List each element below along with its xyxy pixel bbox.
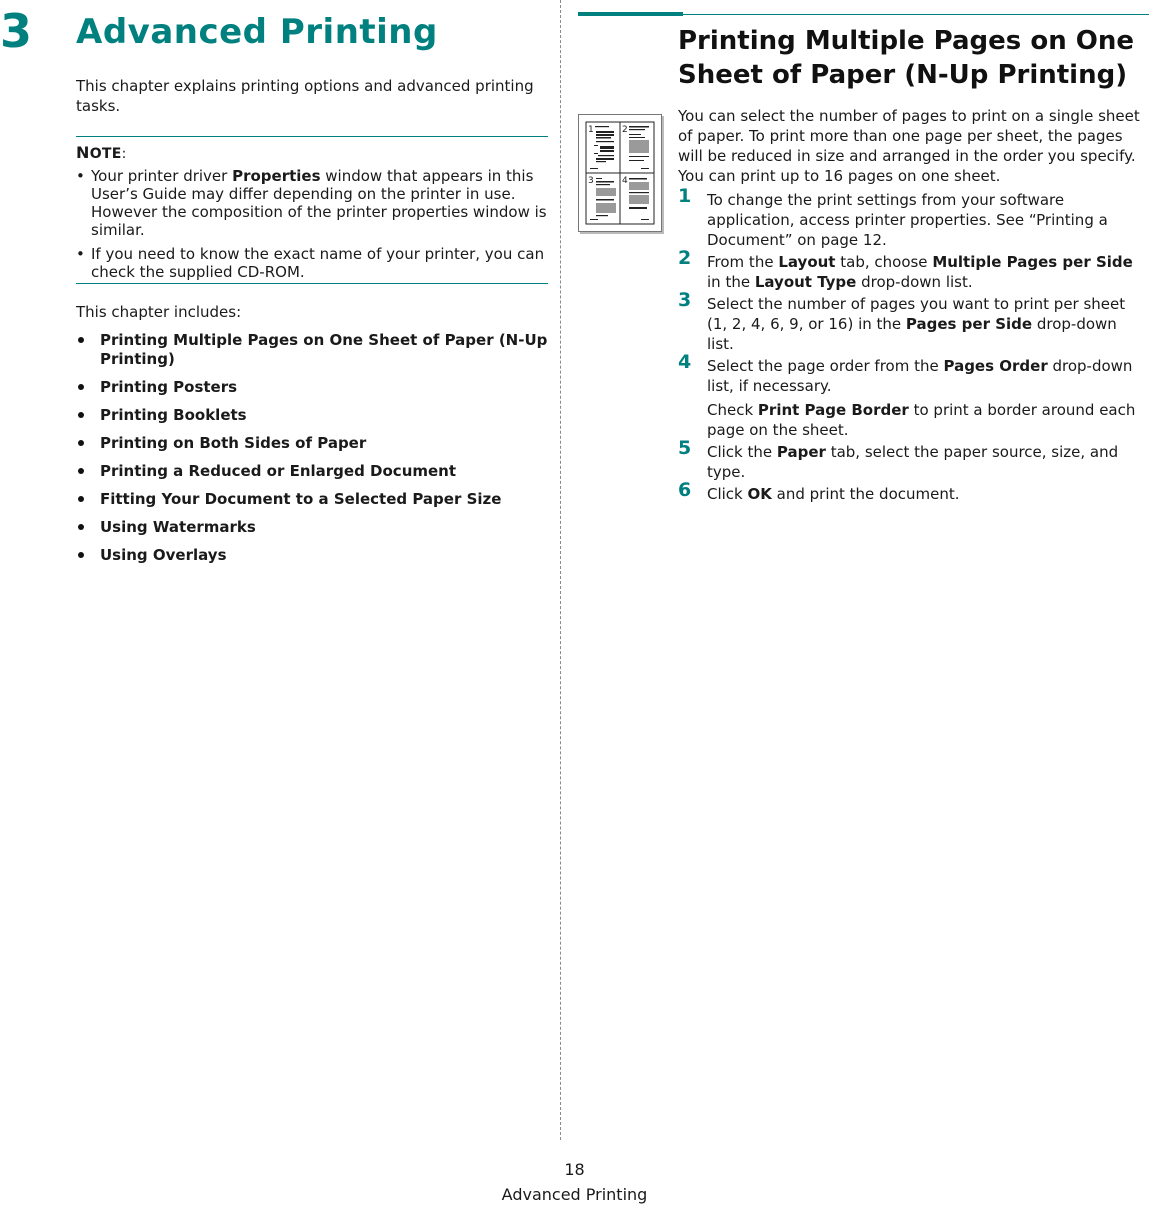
contents-link-fit-to-paper[interactable]: Fitting Your Document to a Selected Pape…	[76, 490, 551, 509]
note-label: NOTE:	[76, 143, 127, 163]
contents-link-overlays[interactable]: Using Overlays	[76, 546, 551, 565]
contents-link-posters[interactable]: Printing Posters	[76, 378, 551, 397]
note-item: If you need to know the exact name of yo…	[76, 245, 548, 281]
step-number: 6	[678, 479, 692, 501]
contents-link-booklets[interactable]: Printing Booklets	[76, 406, 551, 425]
contents-link-both-sides[interactable]: Printing on Both Sides of Paper	[76, 434, 551, 453]
step-4-note: Check Print Page Border to print a borde…	[707, 401, 1136, 439]
page-label-3: 3	[588, 176, 594, 186]
step-number: 1	[678, 185, 692, 207]
chapter-contents: This chapter includes: Printing Multiple…	[76, 303, 551, 574]
steps-list: 1 To change the print settings from your…	[678, 185, 1148, 504]
contents-link-reduced-enlarged[interactable]: Printing a Reduced or Enlarged Document	[76, 462, 551, 481]
step-number: 2	[678, 247, 692, 269]
section-intro: You can select the number of pages to pr…	[678, 107, 1140, 185]
step-6: 6 Click OK and print the document.	[678, 479, 960, 503]
page-label-4: 4	[622, 176, 628, 186]
chapter-intro: This chapter explains printing options a…	[76, 77, 534, 115]
note-list: Your printer driver Properties window th…	[76, 167, 548, 281]
chapter-title: Advanced Printing	[76, 12, 438, 52]
column-divider	[560, 0, 561, 1140]
note-top-rule	[76, 136, 548, 137]
page-label-2: 2	[622, 125, 628, 135]
step-4: 4 Select the page order from the Pages O…	[678, 352, 1148, 440]
step-number: 3	[678, 289, 692, 311]
footer-chapter-name: Advanced Printing	[501, 1185, 648, 1204]
step-3: 3 Select the number of pages you want to…	[678, 289, 1126, 353]
section-body: You can select the number of pages to pr…	[678, 106, 1148, 506]
section-rule	[683, 14, 1149, 15]
page-number: 18	[564, 1160, 585, 1179]
section-accent-bar	[578, 12, 683, 16]
step-2: 2 From the Layout tab, choose Multiple P…	[678, 247, 1133, 291]
contents-link-n-up-printing[interactable]: Printing Multiple Pages on One Sheet of …	[76, 331, 551, 369]
contents-heading: This chapter includes:	[76, 303, 242, 321]
step-number: 5	[678, 437, 692, 459]
note-box: NOTE: Your printer driver Properties win…	[76, 144, 548, 287]
step-5: 5 Click the Paper tab, select the paper …	[678, 437, 1119, 481]
section-title: Printing Multiple Pages on One Sheet of …	[678, 26, 1135, 90]
note-item: Your printer driver Properties window th…	[76, 167, 548, 239]
step-number: 4	[678, 351, 692, 373]
n-up-pages-illustration-icon: 1 2 3 4	[578, 114, 662, 232]
page-label-1: 1	[588, 125, 594, 135]
step-1: 1 To change the print settings from your…	[678, 185, 1108, 249]
contents-list: Printing Multiple Pages on One Sheet of …	[76, 331, 551, 565]
contents-link-watermarks[interactable]: Using Watermarks	[76, 518, 551, 537]
note-bottom-rule	[76, 283, 548, 284]
chapter-number: 3	[0, 4, 33, 58]
